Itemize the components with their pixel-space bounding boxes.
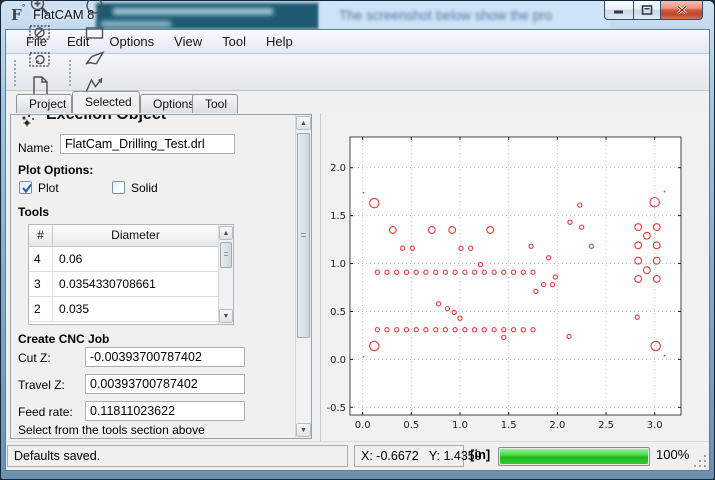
progress-percent: 100%	[656, 447, 689, 462]
zoom-in-icon[interactable]	[26, 0, 53, 19]
menubar: FileEditOptionsViewToolHelp	[6, 30, 709, 54]
svg-text:1.5: 1.5	[501, 420, 517, 431]
tool-number[interactable]: 3	[29, 272, 53, 296]
cnc-input-cut-z-[interactable]	[85, 347, 245, 367]
svg-text:0.5: 0.5	[330, 307, 346, 318]
svg-text:2.0: 2.0	[330, 163, 346, 174]
coordinates-readout: X: -0.6672 Y: 1.4359	[354, 445, 464, 467]
draw-polygon-icon[interactable]	[81, 46, 108, 73]
tool-row-3[interactable]: 30.0354330708661	[29, 272, 218, 297]
tab-selected[interactable]: Selected	[72, 91, 140, 113]
panel-scrollbar-thumb[interactable]	[297, 133, 310, 338]
svg-text:1.5: 1.5	[330, 211, 346, 222]
name-input[interactable]	[60, 134, 235, 154]
toolbar: Ok	[6, 55, 709, 91]
draw-circle-icon[interactable]	[81, 0, 108, 19]
panel-scroll-down-icon[interactable]: ▼	[296, 423, 311, 437]
svg-text:0.0: 0.0	[355, 420, 371, 431]
panel-title: Excellon Object	[46, 114, 166, 124]
maximize-button[interactable]	[633, 1, 661, 20]
plot-region: 0.0 0.5 1.0 1.5 2.0 2.5 3.0 -0.5 0.0 0.5 1.0 1.5 2.0	[320, 113, 709, 443]
tool-number[interactable]: 2	[29, 297, 53, 321]
plot-checkbox[interactable]	[19, 181, 32, 194]
cnc-section-title: Create CNC Job	[18, 332, 109, 346]
name-label: Name:	[18, 141, 53, 155]
minimize-button[interactable]	[604, 1, 633, 20]
panel-scroll-up-icon[interactable]: ▲	[296, 116, 311, 130]
draw-rectangle-icon[interactable]	[81, 19, 108, 46]
tools-table-header[interactable]: # Diameter	[29, 225, 218, 247]
svg-text:3.0: 3.0	[647, 420, 663, 431]
tab-bar: ProjectSelectedOptionsTool	[10, 91, 340, 113]
col-header-number[interactable]: #	[29, 225, 53, 246]
tools-label: Tools	[18, 205, 49, 219]
cnc-input-travel-z-[interactable]	[85, 374, 245, 394]
tool-diameter[interactable]: 0.0354330708661	[53, 272, 218, 296]
progress-fill	[500, 449, 648, 464]
menu-view[interactable]: View	[164, 31, 212, 52]
resize-grip-icon[interactable]	[693, 454, 706, 467]
table-scrollbar[interactable]: ▲ ▼	[218, 225, 233, 324]
clear-plot-icon[interactable]	[26, 19, 53, 46]
background-bleed-text: The screenshot below show the pro	[339, 8, 639, 23]
cnc-input-feed-rate-[interactable]	[85, 401, 245, 421]
statusbar: Defaults saved. X: -0.6672 Y: 1.4359 [in…	[6, 441, 709, 470]
svg-text:1.0: 1.0	[330, 259, 346, 270]
tab-tool[interactable]: Tool	[192, 94, 238, 113]
svg-text:1.0: 1.0	[452, 420, 468, 431]
tool-number[interactable]: 4	[29, 247, 53, 271]
toolbar-grip[interactable]	[14, 60, 19, 86]
svg-text:0.0: 0.0	[330, 355, 346, 366]
svg-text:0.5: 0.5	[403, 420, 419, 431]
status-message: Defaults saved.	[7, 445, 348, 467]
units-indicator[interactable]: [in]	[470, 447, 490, 462]
svg-text:-0.5: -0.5	[326, 403, 346, 414]
cnc-label-2: Feed rate:	[18, 405, 73, 419]
cnc-label-1: Travel Z:	[18, 378, 65, 392]
plot-options-label: Plot Options:	[18, 163, 93, 177]
table-scroll-up-icon[interactable]: ▲	[219, 226, 233, 240]
menu-tool[interactable]: Tool	[212, 31, 256, 52]
tools-hint: Select from the tools section above	[18, 423, 205, 437]
tools-table: # Diameter 40.0630.035433070866120.035 ▲…	[28, 224, 234, 325]
close-button[interactable]	[661, 1, 703, 20]
menu-help[interactable]: Help	[256, 31, 303, 52]
toolbar-grip-2[interactable]	[69, 60, 74, 86]
tool-row-4[interactable]: 40.06	[29, 247, 218, 272]
table-scroll-down-icon[interactable]: ▼	[219, 309, 233, 323]
solid-checkbox[interactable]	[112, 181, 125, 194]
svg-text:2.5: 2.5	[598, 420, 614, 431]
solid-checkbox-label: Solid	[131, 181, 158, 195]
table-scrollbar-thumb[interactable]	[220, 242, 232, 268]
tool-diameter[interactable]: 0.06	[53, 247, 218, 271]
selected-object-panel: Excellon Object Name: Plot Options: Plot…	[10, 114, 312, 439]
app-window: The screenshot below show the pro F° Fla…	[0, 0, 715, 480]
plot-checkbox-label: Plot	[38, 181, 59, 195]
svg-text:2.0: 2.0	[549, 420, 565, 431]
plot-canvas[interactable]: 0.0 0.5 1.0 1.5 2.0 2.5 3.0 -0.5 0.0 0.5 1.0 1.5 2.0	[321, 135, 706, 442]
tool-diameter[interactable]: 0.035	[53, 297, 218, 321]
panel-scrollbar[interactable]: ▲ ▼	[295, 115, 311, 438]
cnc-label-0: Cut Z:	[18, 351, 51, 365]
replot-icon[interactable]	[26, 46, 53, 73]
col-header-diameter[interactable]: Diameter	[53, 225, 218, 246]
background-bleed-textbar	[113, 8, 273, 15]
tool-row-2[interactable]: 20.035	[29, 297, 218, 322]
excellon-drill-icon	[19, 114, 39, 136]
tab-project[interactable]: Project	[16, 94, 72, 113]
background-bleed-textbar2	[101, 21, 171, 27]
progress-bar	[498, 447, 650, 466]
